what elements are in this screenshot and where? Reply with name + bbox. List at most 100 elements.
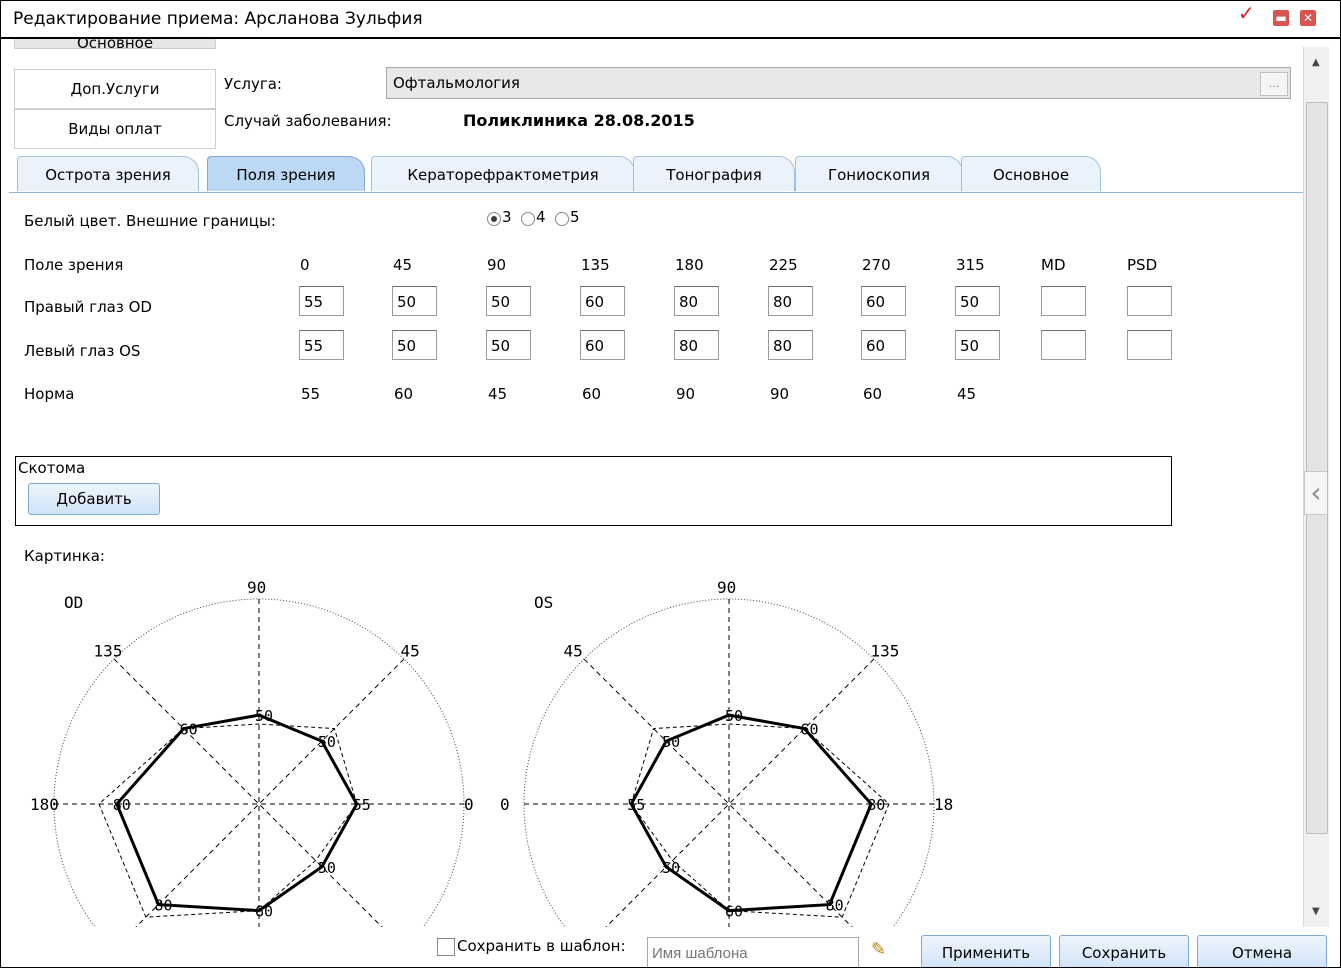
norm-value: 60 — [394, 385, 414, 403]
radio-4[interactable] — [521, 212, 535, 226]
right-eye-label: Правый глаз OD — [24, 298, 152, 316]
polar-chart-od: 5550506080806050OD04590135180225315 — [30, 578, 474, 927]
left-eye-input[interactable]: 60 — [861, 330, 906, 360]
left-eye-input[interactable]: 50 — [955, 330, 1000, 360]
point-label: 60 — [180, 721, 198, 739]
right-eye-input[interactable] — [1041, 286, 1086, 316]
radio-5[interactable] — [555, 212, 569, 226]
angle-label: 0 — [464, 795, 474, 814]
angle-label: 45 — [564, 642, 583, 661]
case-value: Поликлиника 28.08.2015 — [463, 111, 695, 130]
picture-label: Картинка: — [24, 547, 105, 565]
bottom-bar: Сохранить в шаблон: ✎ Применить Сохранит… — [1, 929, 1340, 967]
right-eye-input[interactable]: 60 — [580, 286, 625, 316]
point-label: 50 — [725, 707, 743, 725]
radio-4-label: 4 — [536, 208, 546, 226]
point-label: 80 — [154, 897, 172, 915]
apply-button[interactable]: Применить — [921, 935, 1051, 967]
sidebar-item-main[interactable]: Основное — [14, 39, 216, 52]
column-header: 225 — [769, 256, 798, 274]
service-value: Офтальмология — [393, 74, 520, 92]
point-label: 60 — [800, 721, 818, 739]
point-label: 50 — [318, 859, 336, 877]
left-eye-input[interactable]: 55 — [299, 330, 344, 360]
column-header: 45 — [393, 256, 413, 274]
add-scotoma-button[interactable]: Добавить — [28, 483, 160, 515]
save-button[interactable]: Сохранить — [1059, 935, 1189, 967]
cancel-button[interactable]: Отмена — [1197, 935, 1327, 967]
right-eye-input[interactable]: 50 — [955, 286, 1000, 316]
left-eye-input[interactable]: 60 — [580, 330, 625, 360]
title-bar: Редактирование приема: Арсланова Зульфия… — [1, 1, 1340, 39]
right-eye-input[interactable]: 55 — [299, 286, 344, 316]
visual-field-form: Белый цвет. Внешние границы: 3 4 5 Поле … — [9, 194, 1303, 927]
radio-3[interactable] — [487, 212, 501, 226]
scotoma-panel: Скотома Добавить — [15, 456, 1172, 526]
left-eye-input[interactable]: 80 — [768, 330, 813, 360]
norm-value: 60 — [863, 385, 883, 403]
tab-keratorefractometry[interactable]: Кераторефрактометрия — [371, 156, 635, 191]
left-eye-input[interactable]: 80 — [674, 330, 719, 360]
right-eye-input[interactable]: 50 — [486, 286, 531, 316]
service-field[interactable]: Офтальмология ... — [386, 67, 1291, 99]
angle-label: 18 — [934, 795, 953, 814]
tab-gonioscopy[interactable]: Гониоскопия — [795, 156, 963, 191]
right-eye-input[interactable] — [1127, 286, 1172, 316]
service-select-button[interactable]: ... — [1260, 72, 1288, 96]
column-header: 180 — [675, 256, 704, 274]
norm-value: 90 — [676, 385, 696, 403]
tab-tonography[interactable]: Тонография — [633, 156, 795, 191]
pencil-icon[interactable]: ✎ — [871, 939, 886, 960]
point-label: 50 — [318, 733, 336, 751]
top-panel: Основное Доп.Услуги Виды оплат Услуга: О… — [9, 39, 1303, 149]
save-template-checkbox[interactable] — [437, 938, 455, 956]
left-eye-input[interactable]: 50 — [486, 330, 531, 360]
scroll-up-icon[interactable]: ▲ — [1312, 57, 1320, 68]
point-label: 80 — [826, 897, 844, 915]
point-label: 50 — [662, 859, 680, 877]
minimize-icon[interactable]: ▬ — [1273, 10, 1289, 26]
chart-title: OD — [64, 593, 83, 612]
sidebar-item-extra-services[interactable]: Доп.Услуги — [14, 69, 216, 109]
tab-bar: Острота зрения Поля зрения Кераторефракт… — [9, 154, 1303, 193]
tab-visual-acuity[interactable]: Острота зрения — [17, 156, 199, 191]
column-header: 315 — [956, 256, 985, 274]
norm-series-line — [98, 723, 358, 918]
radio-3-label: 3 — [502, 208, 512, 226]
close-icon[interactable]: ✕ — [1300, 10, 1316, 26]
left-eye-input[interactable]: 50 — [392, 330, 437, 360]
norm-series-line — [630, 723, 890, 918]
angle-label: 45 — [400, 642, 419, 661]
right-eye-input[interactable]: 80 — [768, 286, 813, 316]
polar-chart-os: 5550506080806050OS0459013518225315 — [500, 578, 953, 927]
point-label: 80 — [867, 796, 885, 814]
tab-main[interactable]: Основное — [961, 156, 1101, 191]
left-eye-input[interactable] — [1041, 330, 1086, 360]
main-content: Основное Доп.Услуги Виды оплат Услуга: О… — [9, 39, 1303, 927]
right-eye-input[interactable]: 60 — [861, 286, 906, 316]
scroll-down-icon[interactable]: ▼ — [1312, 906, 1320, 917]
tab-visual-field[interactable]: Поля зрения — [207, 156, 365, 191]
column-header: 270 — [862, 256, 891, 274]
service-label: Услуга: — [224, 75, 282, 93]
point-label: 80 — [113, 796, 131, 814]
norm-label: Норма — [24, 385, 75, 403]
template-name-input[interactable] — [647, 937, 859, 967]
norm-value: 90 — [770, 385, 790, 403]
collapse-panel-icon[interactable]: ‹ — [1304, 471, 1327, 515]
field-label: Поле зрения — [24, 256, 124, 274]
right-eye-input[interactable]: 80 — [674, 286, 719, 316]
check-icon[interactable]: ✓ — [1238, 3, 1255, 23]
point-label: 55 — [627, 796, 645, 814]
sidebar-item-payment-types[interactable]: Виды оплат — [14, 109, 216, 149]
point-label: 50 — [255, 707, 273, 725]
right-eye-input[interactable]: 50 — [392, 286, 437, 316]
point-label: 60 — [255, 903, 273, 921]
column-header: MD — [1041, 256, 1066, 274]
left-eye-input[interactable] — [1127, 330, 1172, 360]
window-title: Редактирование приема: Арсланова Зульфия — [13, 9, 423, 29]
column-header: PSD — [1127, 256, 1158, 274]
scroll-thumb[interactable] — [1306, 102, 1328, 834]
column-header: 135 — [581, 256, 610, 274]
scotoma-label: Скотома — [18, 459, 86, 477]
